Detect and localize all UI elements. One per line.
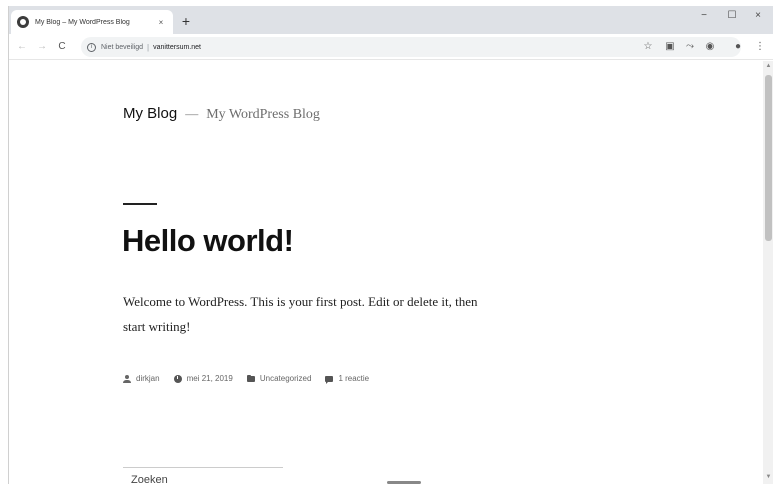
search-widget-title: Zoeken — [123, 467, 283, 484]
meta-date[interactable]: mei 21, 2019 — [173, 374, 233, 383]
site-title[interactable]: My Blog — [123, 105, 177, 122]
meta-author-text: dirkjan — [136, 374, 160, 383]
site-favicon-icon — [17, 16, 29, 28]
address-separator: | — [147, 42, 150, 52]
browser-window: My Blog – My WordPress Blog × + − ☐ × ← … — [8, 6, 773, 484]
info-icon[interactable]: i — [87, 42, 96, 52]
profile-icon[interactable]: ● — [731, 40, 745, 54]
scroll-up-arrow-icon[interactable]: ▲ — [765, 63, 772, 71]
site-description: My WordPress Blog — [206, 107, 320, 122]
site-title-dash: — — [185, 106, 199, 121]
meta-category-text: Uncategorized — [259, 374, 312, 383]
meta-author[interactable]: dirkjan — [123, 374, 160, 383]
minimize-button[interactable]: − — [690, 8, 718, 24]
tab-close-button[interactable]: × — [155, 18, 167, 27]
folder-icon — [246, 374, 255, 382]
user-icon — [123, 374, 131, 383]
back-button[interactable]: ← — [13, 38, 31, 56]
page-viewport: My Blog — My WordPress Blog Hello world!… — [9, 61, 763, 484]
post-meta: dirkjan mei 21, 2019 Uncategorized 1 rea… — [123, 374, 383, 384]
tab-title: My Blog – My WordPress Blog — [35, 18, 130, 26]
meta-date-text: mei 21, 2019 — [186, 374, 233, 383]
forward-button[interactable]: → — [33, 38, 51, 56]
sync-icon[interactable]: ⤳ — [683, 40, 697, 54]
site-header: My Blog — My WordPress Blog — [123, 105, 320, 123]
scroll-thumb[interactable] — [765, 75, 772, 241]
close-window-button[interactable]: × — [744, 8, 772, 24]
post-rule — [123, 203, 157, 205]
meta-category[interactable]: Uncategorized — [246, 374, 312, 383]
shield-icon[interactable]: ◉ — [703, 40, 717, 54]
browser-toolbar: ← → C i Niet beveiligd | vanittersum.net… — [9, 34, 773, 60]
security-indicator: Niet beveiligd — [101, 43, 144, 51]
scroll-down-arrow-icon[interactable]: ▼ — [765, 474, 772, 482]
maximize-button[interactable]: ☐ — [718, 8, 746, 24]
new-tab-button[interactable]: + — [177, 12, 195, 30]
tab-active[interactable]: My Blog – My WordPress Blog × — [11, 10, 173, 34]
extension-icon[interactable]: ▣ — [663, 40, 677, 54]
vertical-scrollbar[interactable]: ▲ ▼ — [763, 61, 773, 484]
star-icon[interactable]: ☆ — [641, 40, 655, 54]
clock-icon — [173, 374, 182, 383]
post-content: Welcome to WordPress. This is your first… — [123, 294, 478, 334]
meta-comments-text: 1 reactie — [338, 374, 370, 383]
reload-button[interactable]: C — [53, 38, 71, 56]
menu-icon[interactable]: ⋮ — [753, 40, 767, 54]
meta-comments[interactable]: 1 reactie — [325, 374, 370, 384]
url-text[interactable]: vanittersum.net — [153, 44, 201, 51]
post-title[interactable]: Hello world! — [122, 223, 294, 259]
comment-icon — [325, 375, 334, 384]
tab-strip: My Blog – My WordPress Blog × + − ☐ × — [9, 6, 773, 34]
